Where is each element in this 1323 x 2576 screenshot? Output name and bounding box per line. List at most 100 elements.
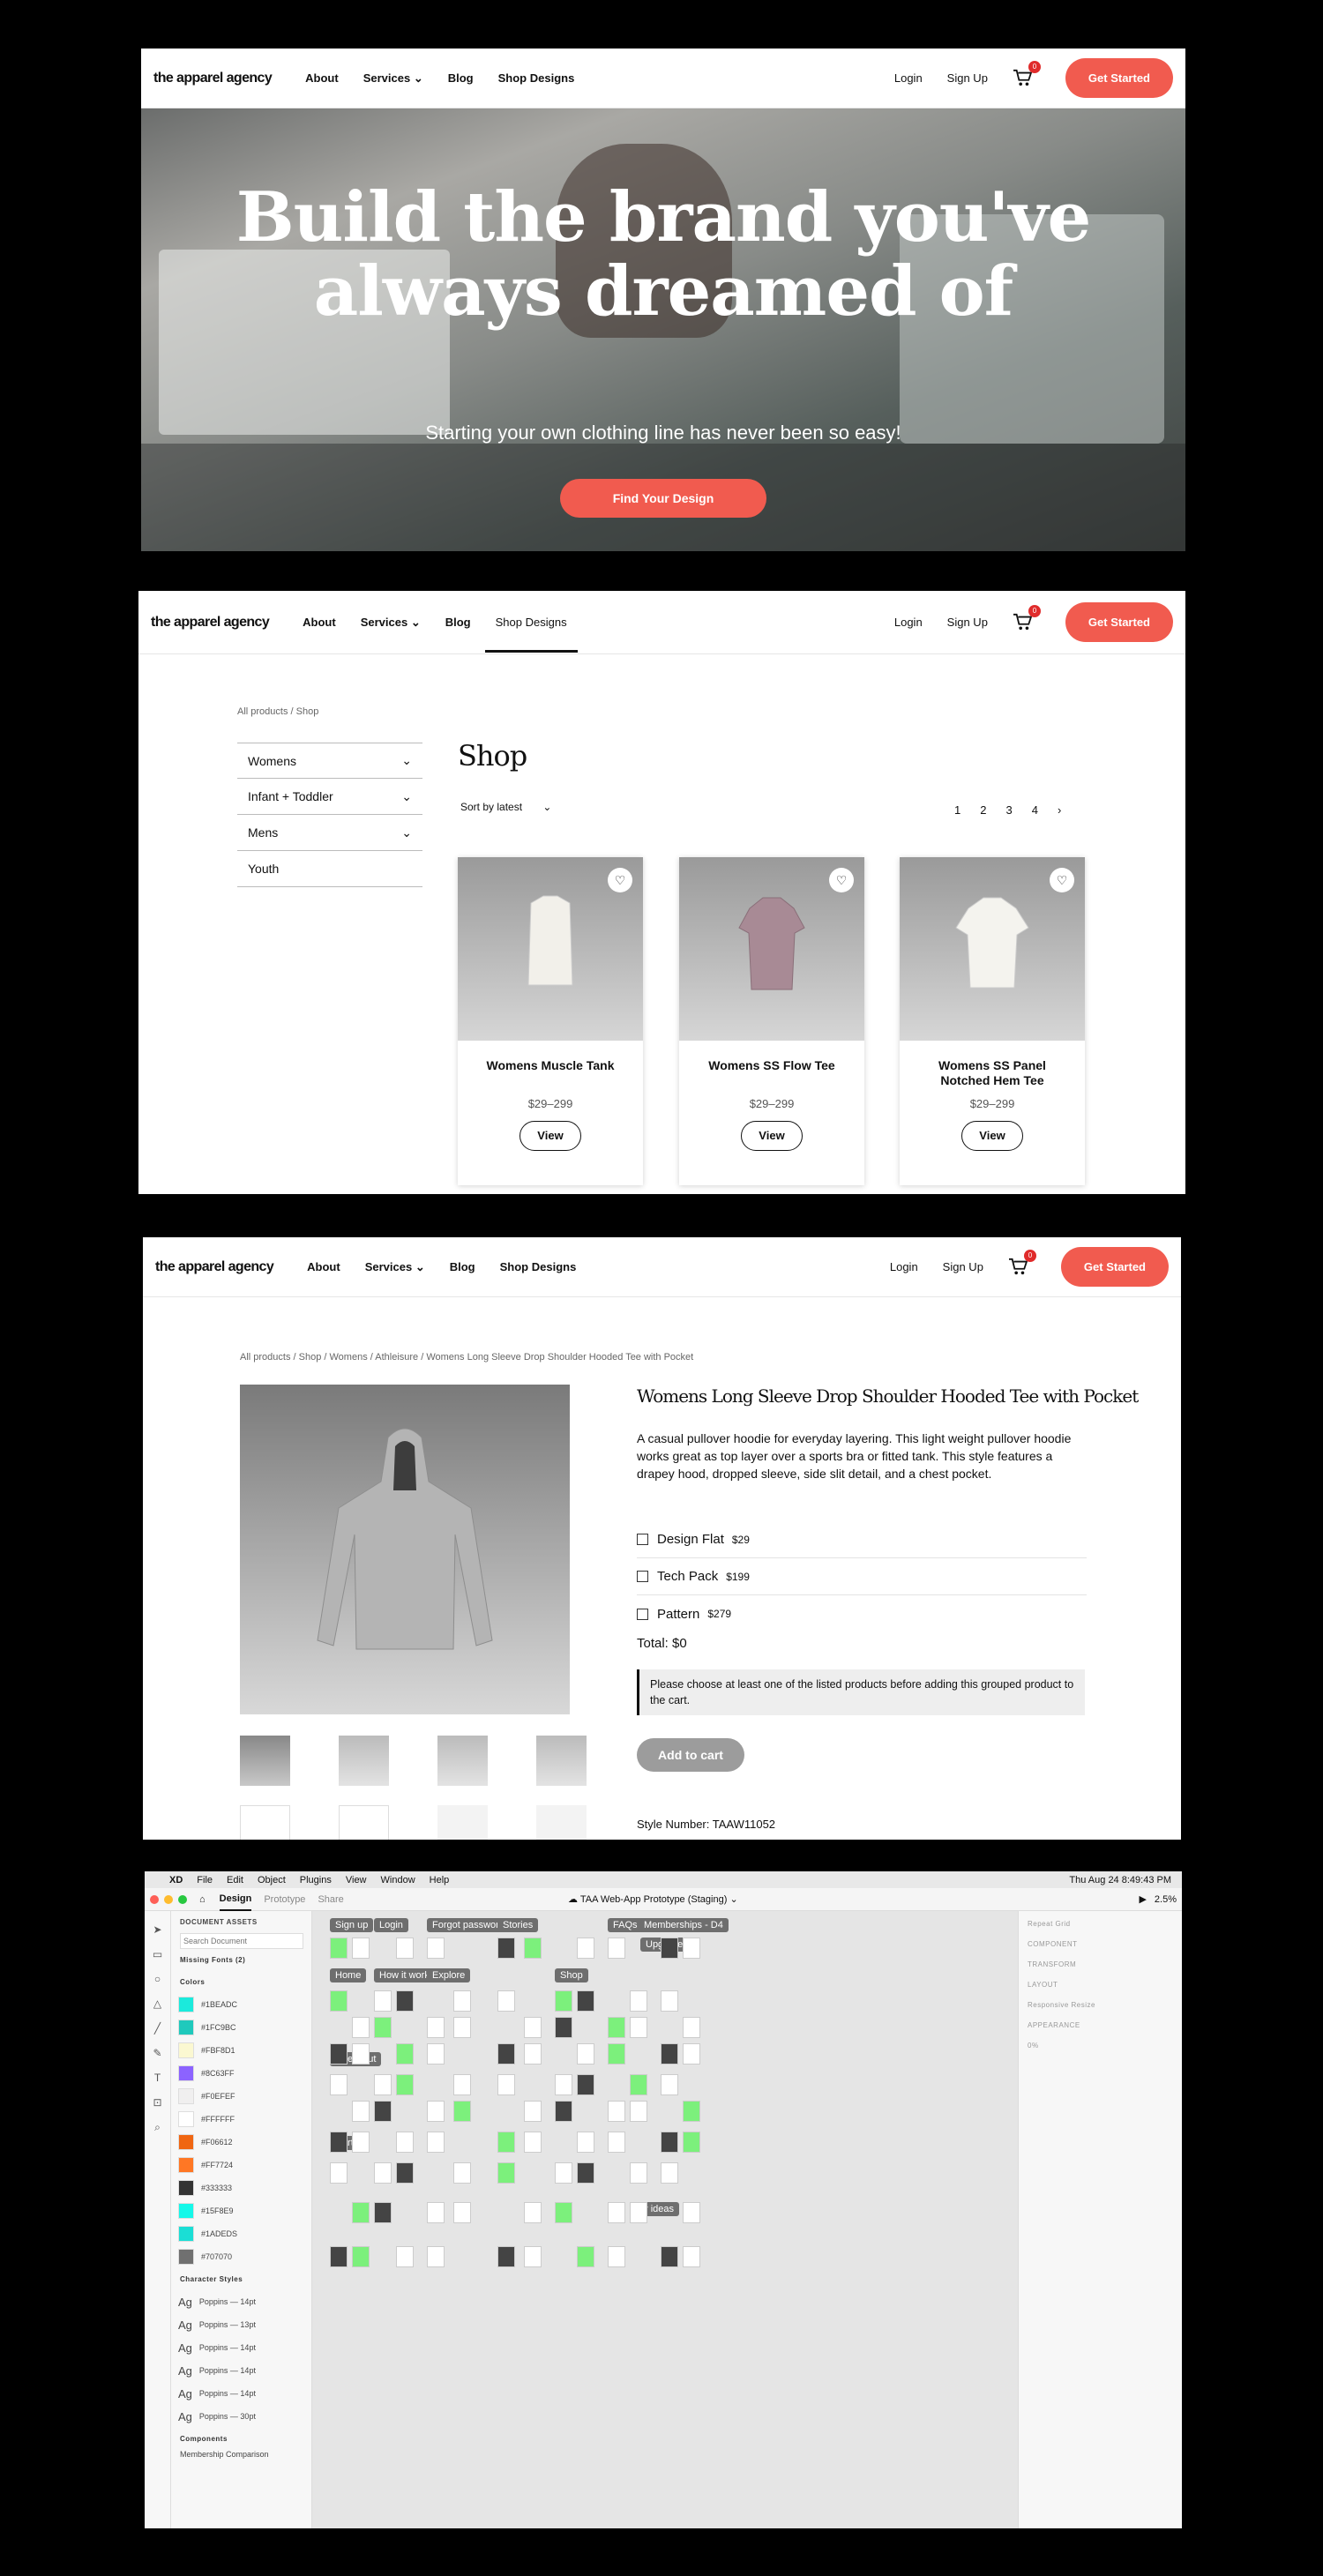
artboard-thumbnail[interactable]	[330, 1938, 348, 1959]
artboard-label[interactable]: Sign up	[330, 1918, 374, 1932]
artboard-label[interactable]: FAQs	[608, 1918, 643, 1932]
color-swatch[interactable]: #FFFFFF	[171, 2108, 311, 2131]
option-checkbox[interactable]	[637, 1571, 648, 1582]
artboard-thumbnail[interactable]	[524, 2017, 542, 2038]
artboard-thumbnail[interactable]	[608, 2017, 625, 2038]
artboard-thumbnail[interactable]	[630, 1990, 647, 2012]
character-style[interactable]: Ag Poppins — 13pt	[171, 2313, 311, 2336]
cart-icon[interactable]: 0	[1013, 604, 1041, 632]
artboard-thumbnail[interactable]	[630, 2202, 647, 2223]
nav-services[interactable]: Services ⌄	[365, 1260, 425, 1274]
character-style[interactable]: Ag Poppins — 14pt	[171, 2290, 311, 2313]
artboard-thumbnail[interactable]	[555, 2017, 572, 2038]
artboard-thumbnail[interactable]	[683, 2043, 700, 2065]
artboard-thumbnail[interactable]	[577, 2246, 594, 2267]
artboard-thumbnail[interactable]	[374, 2017, 392, 2038]
artboard-thumbnail[interactable]	[427, 2043, 445, 2065]
page-link[interactable]: 1	[954, 803, 960, 817]
artboard-thumbnail[interactable]	[577, 1938, 594, 1959]
get-started-button[interactable]: Get Started	[1065, 58, 1173, 98]
nav-blog[interactable]: Blog	[450, 1260, 475, 1273]
artboard-tool-icon[interactable]: ⊡	[145, 2096, 170, 2109]
artboard-thumbnail[interactable]	[524, 1938, 542, 1959]
artboard-thumbnail[interactable]	[330, 2132, 348, 2153]
artboard-thumbnail[interactable]	[608, 2101, 625, 2122]
product-thumbnail[interactable]	[536, 1805, 587, 1840]
artboard-thumbnail[interactable]	[427, 1938, 445, 1959]
artboard-thumbnail[interactable]	[524, 2202, 542, 2223]
artboard-thumbnail[interactable]	[577, 2043, 594, 2065]
tab-share[interactable]: Share	[318, 1894, 343, 1905]
colors-header[interactable]: Colors	[171, 1971, 311, 1993]
artboard-label[interactable]: Memberships - D4	[639, 1918, 729, 1932]
artboard-thumbnail[interactable]	[555, 2202, 572, 2223]
artboard-thumbnail[interactable]	[427, 2101, 445, 2122]
artboard-thumbnail[interactable]	[497, 2246, 515, 2267]
artboard-thumbnail[interactable]	[524, 2101, 542, 2122]
rectangle-tool-icon[interactable]: ▭	[145, 1948, 170, 1960]
opacity-value[interactable]: 0%	[1019, 2033, 1182, 2053]
select-tool-icon[interactable]: ➤	[145, 1923, 170, 1936]
product-thumbnail[interactable]	[240, 1805, 290, 1840]
artboard-thumbnail[interactable]	[352, 2202, 370, 2223]
artboard-thumbnail[interactable]	[524, 2246, 542, 2267]
artboard-thumbnail[interactable]	[396, 2162, 414, 2184]
character-style[interactable]: Ag Poppins — 14pt	[171, 2382, 311, 2405]
line-tool-icon[interactable]: ╱	[145, 2022, 170, 2035]
view-button[interactable]: View	[519, 1121, 581, 1151]
artboard-thumbnail[interactable]	[683, 2101, 700, 2122]
color-swatch[interactable]: #1BEADC	[171, 1993, 311, 2016]
artboard-thumbnail[interactable]	[608, 2202, 625, 2223]
page-link[interactable]: 2	[980, 803, 986, 817]
next-page-icon[interactable]: ›	[1058, 803, 1061, 817]
artboard-thumbnail[interactable]	[683, 1938, 700, 1959]
artboard-thumbnail[interactable]	[396, 1938, 414, 1959]
artboard-thumbnail[interactable]	[661, 1990, 678, 2012]
artboard-thumbnail[interactable]	[497, 2043, 515, 2065]
view-button[interactable]: View	[741, 1121, 803, 1151]
artboard-thumbnail[interactable]	[683, 2202, 700, 2223]
artboard-thumbnail[interactable]	[352, 2101, 370, 2122]
artboard-thumbnail[interactable]	[630, 2162, 647, 2184]
artboard-thumbnail[interactable]	[608, 1938, 625, 1959]
nav-about[interactable]: About	[307, 1260, 340, 1273]
menu-item[interactable]: Window	[381, 1875, 415, 1885]
artboard-thumbnail[interactable]	[374, 2202, 392, 2223]
page-link[interactable]: 4	[1032, 803, 1038, 817]
artboard-thumbnail[interactable]	[577, 2132, 594, 2153]
document-title[interactable]: ☁ TAA Web-App Prototype (Staging) ⌄	[568, 1893, 738, 1905]
option-checkbox[interactable]	[637, 1534, 648, 1545]
artboard-thumbnail[interactable]	[683, 2017, 700, 2038]
artboard-thumbnail[interactable]	[352, 2246, 370, 2267]
artboard-thumbnail[interactable]	[630, 2017, 647, 2038]
logo[interactable]: the apparel agency	[155, 1259, 274, 1275]
product-name[interactable]: Womens SS Flow Tee	[679, 1058, 864, 1090]
nav-login[interactable]: Login	[890, 1260, 918, 1273]
artboard-thumbnail[interactable]	[396, 2246, 414, 2267]
artboard-thumbnail[interactable]	[453, 2074, 471, 2095]
repeat-grid-button[interactable]: Repeat Grid	[1019, 1911, 1182, 1931]
nav-services[interactable]: Services ⌄	[361, 616, 421, 630]
artboard-thumbnail[interactable]	[374, 2074, 392, 2095]
character-style[interactable]: Ag Poppins — 30pt	[171, 2405, 311, 2428]
heart-icon[interactable]: ♡	[829, 868, 854, 892]
product-thumbnail[interactable]	[240, 1736, 290, 1786]
artboard-label[interactable]: Explore	[427, 1968, 471, 1982]
menu-item[interactable]: Help	[430, 1875, 450, 1885]
product-thumbnail[interactable]	[437, 1805, 488, 1840]
artboard-thumbnail[interactable]	[608, 2132, 625, 2153]
character-style[interactable]: Ag Poppins — 14pt	[171, 2359, 311, 2382]
artboard-label[interactable]: Shop	[555, 1968, 588, 1982]
artboard-thumbnail[interactable]	[661, 2043, 678, 2065]
add-to-cart-button[interactable]: Add to cart	[637, 1738, 744, 1772]
color-swatch[interactable]: #15F8E9	[171, 2199, 311, 2222]
character-style[interactable]: Ag Poppins — 14pt	[171, 2336, 311, 2359]
maximize-window-icon[interactable]	[178, 1894, 187, 1904]
artboard-thumbnail[interactable]	[555, 2101, 572, 2122]
artboard-label[interactable]: Home	[330, 1968, 367, 1982]
artboard-thumbnail[interactable]	[427, 2246, 445, 2267]
logo[interactable]: the apparel agency	[151, 615, 270, 631]
color-swatch[interactable]: #F0EFEF	[171, 2085, 311, 2108]
get-started-button[interactable]: Get Started	[1065, 602, 1173, 642]
option-row[interactable]: Design Flat $29	[637, 1521, 1087, 1558]
